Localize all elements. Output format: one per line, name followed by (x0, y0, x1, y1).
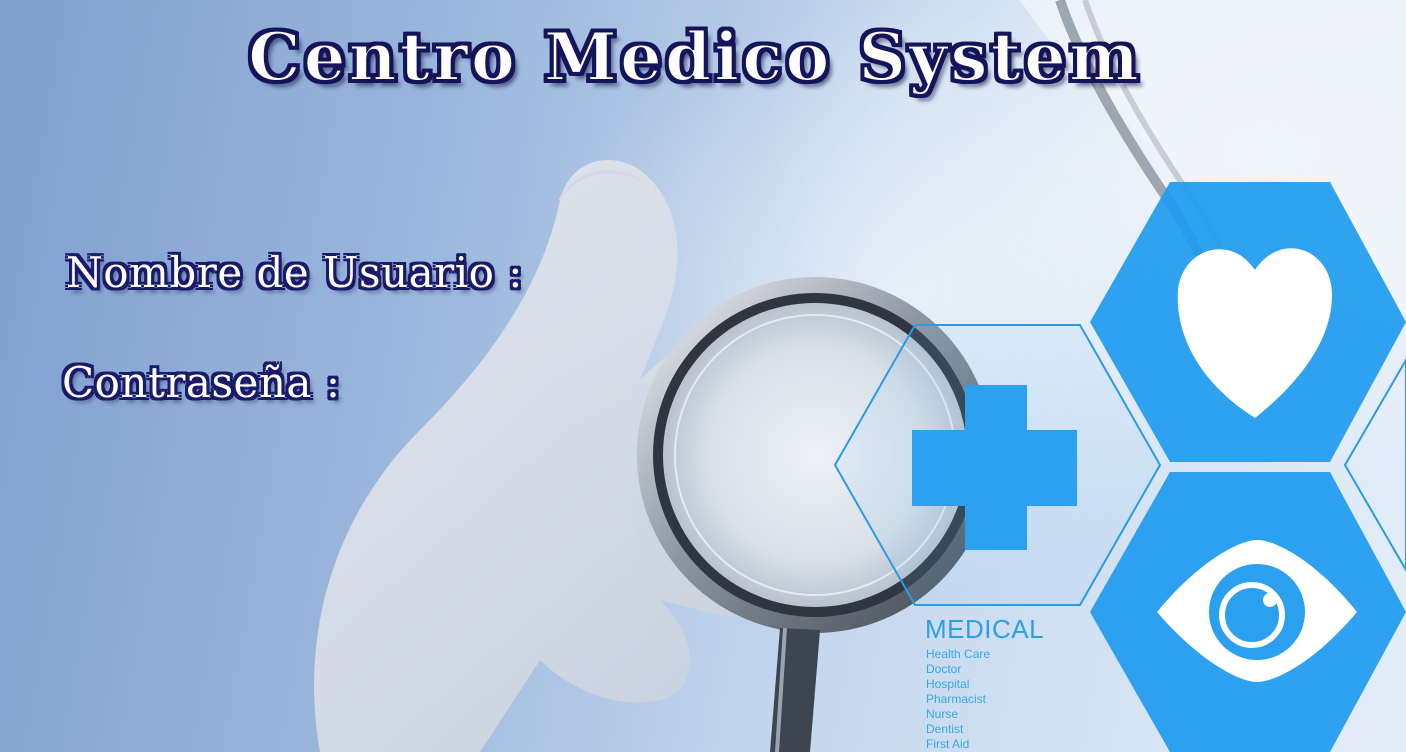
list-item: First Aid (926, 737, 970, 751)
list-item: Nurse (926, 707, 959, 721)
login-window: Centro Medico System Nombre de Usuario :… (0, 0, 1406, 752)
list-item: Dentist (926, 722, 964, 736)
list-item: Pharmacist (926, 692, 987, 706)
medical-heading: MEDICAL (925, 614, 1045, 644)
app-title: Centro Medico System (247, 17, 1142, 97)
list-item: Health Care (926, 647, 991, 661)
password-label: Contraseña : (62, 358, 341, 407)
list-item: Hospital (926, 677, 970, 691)
list-item: Doctor (926, 662, 962, 676)
username-label: Nombre de Usuario : (66, 248, 523, 297)
medical-services-list: Health Care Doctor Hospital Pharmacist N… (926, 647, 990, 752)
